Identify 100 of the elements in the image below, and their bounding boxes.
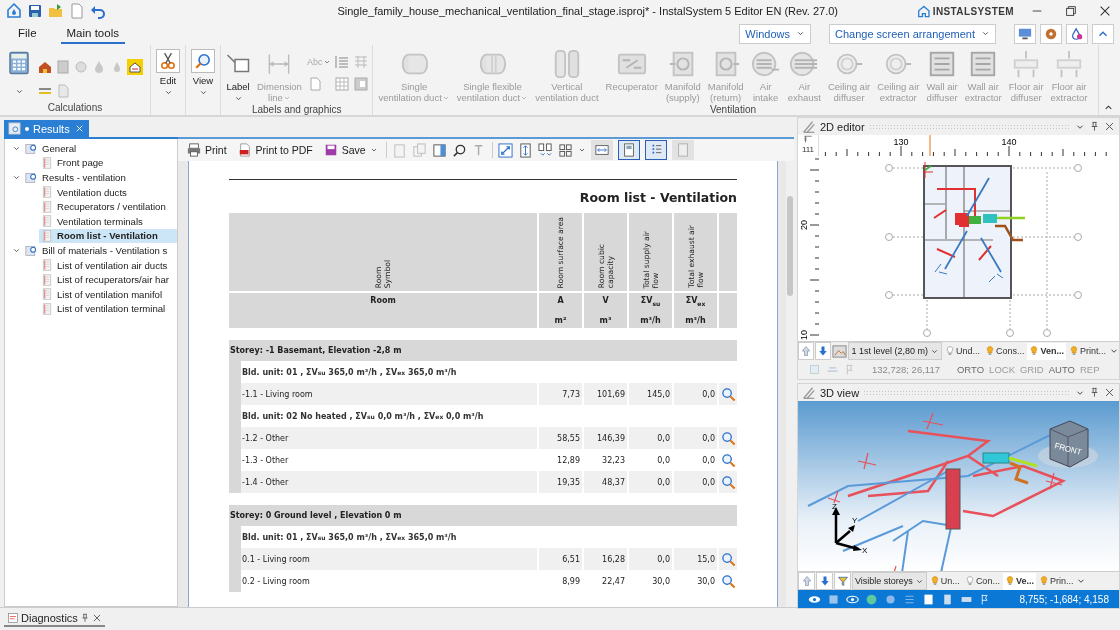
layers-icon[interactable]: [832, 343, 848, 359]
drop-info-button[interactable]: [1066, 23, 1088, 44]
dot-icon: [25, 126, 29, 131]
column-unit: m³: [599, 316, 612, 325]
view-cube-icon[interactable]: [1038, 420, 1098, 468]
folder-icon[interactable]: [48, 3, 64, 19]
pages-icon[interactable]: [537, 142, 553, 158]
ribbon-tab[interactable]: File: [12, 23, 43, 44]
panel-tab[interactable]: Diagnostics: [4, 611, 105, 627]
expand-icon[interactable]: [497, 142, 513, 158]
fit-height-icon[interactable]: [517, 142, 533, 158]
view-mode-button[interactable]: [590, 140, 613, 160]
pin-icon[interactable]: [1089, 121, 1100, 132]
caret-icon[interactable]: [233, 94, 243, 103]
close-icon[interactable]: [1104, 387, 1115, 398]
single-page-icon: [621, 143, 636, 157]
indent-bar: [229, 526, 241, 592]
up-button[interactable]: [798, 572, 815, 590]
filter-button[interactable]: [834, 572, 851, 590]
house-icon[interactable]: [37, 59, 53, 75]
chevron-icon[interactable]: [11, 173, 21, 182]
restore-icon[interactable]: [1064, 4, 1078, 18]
ruler-label: 111: [801, 145, 815, 154]
grid-view-icon[interactable]: [557, 142, 573, 158]
tree-item[interactable]: Recuperators / ventilation: [39, 199, 177, 214]
caret-icon[interactable]: [981, 29, 990, 38]
column-header: [719, 293, 737, 328]
cube-icon[interactable]: [827, 592, 840, 606]
save-dropdown[interactable]: Save: [320, 143, 381, 157]
caret-icon[interactable]: [198, 88, 208, 97]
ruler-corner-icon[interactable]: [803, 135, 813, 145]
caret-icon[interactable]: [369, 146, 378, 154]
app-logo-icon[interactable]: [6, 3, 22, 19]
tree-item[interactable]: Front page: [39, 155, 177, 171]
ribbon-tool[interactable]: Label: [224, 48, 252, 104]
caret-icon[interactable]: [14, 87, 24, 96]
column-symbol: ΣV$_{su}$: [640, 296, 661, 307]
layer-tab[interactable]: Ve...: [1002, 572, 1036, 590]
ribbon-tab[interactable]: Main tools: [60, 23, 125, 44]
up-button[interactable]: [798, 342, 815, 360]
monitor-button[interactable]: [1014, 23, 1036, 44]
film-reel-button[interactable]: [1040, 23, 1062, 44]
tree-item[interactable]: List of recuperators/air har: [39, 272, 177, 287]
viewport-3d[interactable]: FRONT X Y Z: [798, 401, 1119, 571]
table-cell-text: 12,89: [556, 454, 581, 467]
view-mode-button[interactable]: [644, 140, 667, 160]
toolbar-button[interactable]: Print: [184, 143, 230, 157]
caret-icon[interactable]: [163, 88, 173, 97]
shape-icon[interactable]: [884, 592, 897, 606]
axis-label: X: [862, 546, 868, 555]
tree-item[interactable]: Ventilation ducts: [39, 184, 177, 200]
tree-item[interactable]: Room list - Ventilation: [39, 228, 177, 244]
table-cell: 101,69: [584, 383, 627, 405]
close-icon[interactable]: [1098, 4, 1112, 18]
house-arrows-icon[interactable]: [127, 59, 143, 75]
save-icon[interactable]: [27, 3, 43, 19]
column-unit: m²: [554, 316, 567, 325]
grille-icon: [750, 49, 781, 79]
column-symbol: A: [557, 296, 564, 305]
tree-item[interactable]: List of ventilation air ducts: [39, 257, 177, 273]
level-dropdown[interactable]: 1 1st level (2,80 m): [848, 342, 942, 360]
storeys-dropdown[interactable]: Visible storeys: [852, 572, 927, 590]
chevron-up-button[interactable]: [1092, 23, 1114, 44]
tree-item[interactable]: Bill of materials - Ventilation s: [23, 243, 177, 258]
drop-info-icon: [1070, 26, 1084, 41]
ribbon-tool[interactable]: Edit: [154, 48, 182, 98]
snap-mode[interactable]: ORTO: [957, 364, 985, 375]
close-icon[interactable]: [1104, 121, 1115, 132]
close-icon[interactable]: [91, 613, 102, 623]
pin-icon[interactable]: [1089, 387, 1100, 398]
down-button[interactable]: [815, 342, 832, 360]
layer-tab[interactable]: Ven...: [1027, 342, 1066, 360]
page-icon[interactable]: [922, 592, 935, 606]
tree-item[interactable]: Ventilation terminals: [39, 213, 177, 229]
ribbon-tool[interactable]: View: [189, 48, 217, 98]
page-layout-icon: [675, 143, 690, 157]
table-cell-text: 0,0: [701, 454, 716, 467]
dropdown[interactable]: Change screen arrangement: [828, 23, 996, 44]
tree-item[interactable]: List of ventilation terminal: [39, 301, 177, 317]
magnifier-icon: [194, 52, 212, 70]
table-cell: 15,0: [674, 548, 717, 570]
caret-icon[interactable]: [795, 29, 805, 38]
scrollbar[interactable]: [786, 161, 794, 607]
sphere-icon[interactable]: [865, 592, 878, 606]
view-mode-button[interactable]: [617, 140, 640, 160]
tree-item[interactable]: Results - ventilation: [23, 170, 177, 185]
search-icon[interactable]: [451, 142, 467, 158]
snap-mode[interactable]: AUTO: [1048, 364, 1075, 375]
down-button[interactable]: [816, 572, 833, 590]
calculator-icon[interactable]: [7, 51, 31, 75]
clipboard-icon[interactable]: [391, 142, 407, 158]
caret-icon[interactable]: [577, 146, 586, 154]
tree-item[interactable]: List of ventilation manifol: [39, 286, 177, 302]
results-tab[interactable]: Results: [4, 120, 89, 137]
building-icon[interactable]: [941, 592, 954, 606]
storey-heading: Storey: 0 Ground level , Elevation 0 m: [229, 505, 737, 526]
dimension-icon: [268, 53, 291, 75]
toolbar-button[interactable]: Print to PDF: [234, 143, 316, 157]
dropdown[interactable]: Windows: [739, 23, 811, 44]
tree-item[interactable]: General: [23, 141, 177, 156]
